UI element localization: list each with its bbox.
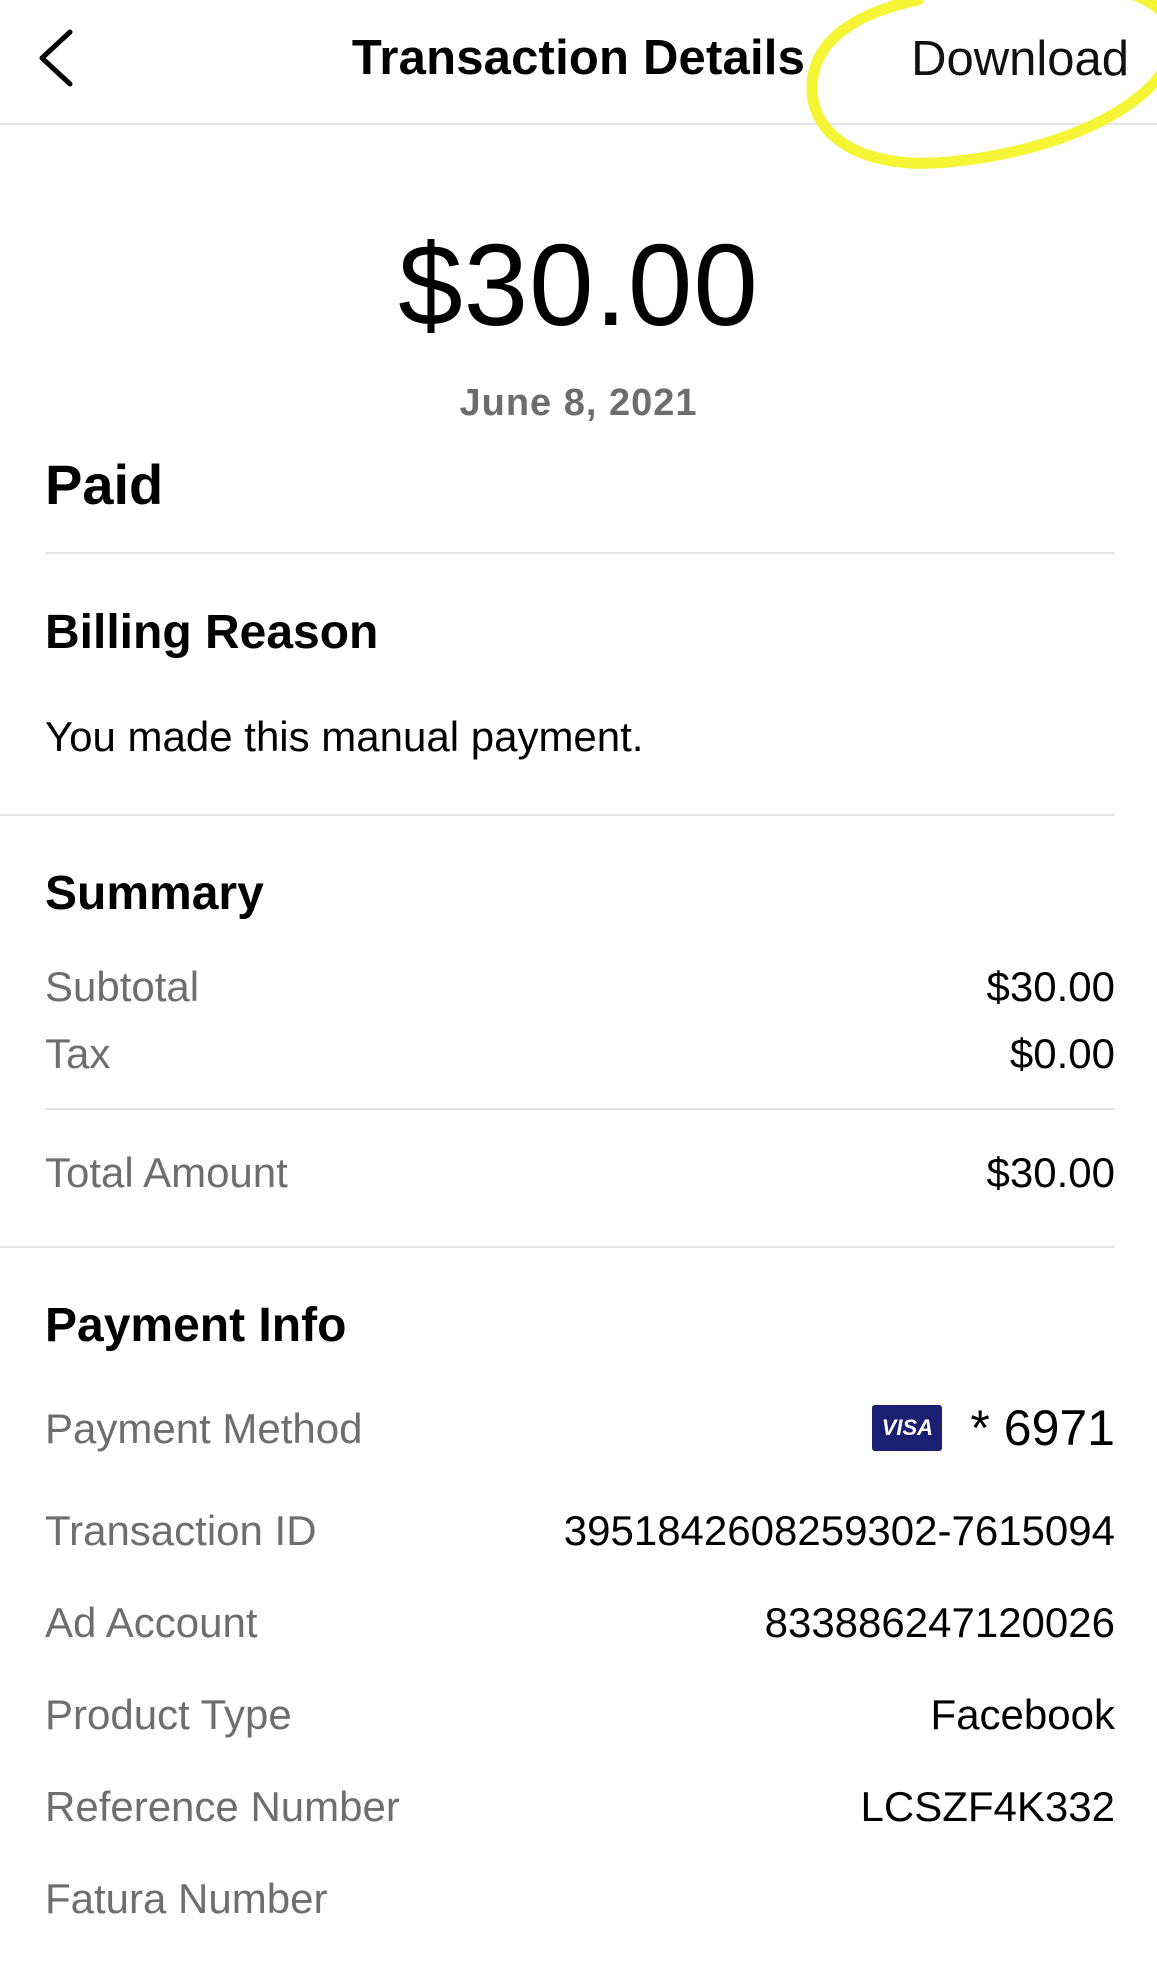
payment-status: Paid [45,453,164,516]
top-nav-bar: Transaction Details Download [0,0,1157,125]
ad-account-row: Ad Account 833886247120026 [45,1599,1115,1655]
product-type-label: Product Type [45,1691,292,1738]
ad-account-label: Ad Account [45,1599,258,1646]
payment-method-row: Payment Method VISA * 6971 [45,1400,1115,1475]
billing-reason-title: Billing Reason [45,606,379,659]
summary-row-tax: Tax $0.00 [45,1030,1115,1086]
billing-reason-text: You made this manual payment. [45,713,644,760]
reference-number-value: LCSZF4K332 [860,1783,1115,1830]
product-type-row: Product Type Facebook [45,1691,1115,1747]
transaction-id-label: Transaction ID [45,1507,317,1554]
transaction-date: June 8, 2021 [459,382,698,424]
card-last4: * 6971 [970,1400,1115,1456]
section-divider [0,1246,1115,1248]
fatura-number-label: Fatura Number [45,1875,328,1922]
tax-label: Tax [45,1030,111,1077]
subtotal-value: $30.00 [986,963,1115,1010]
transaction-amount: $30.00 [398,220,759,350]
summary-row-total: Total Amount $30.00 [45,1149,1115,1205]
summary-title: Summary [45,867,264,920]
payment-info-title: Payment Info [45,1299,347,1352]
tax-value: $0.00 [1009,1030,1115,1077]
payment-method-label: Payment Method [45,1405,363,1452]
divider [45,1108,1115,1110]
total-amount-label: Total Amount [45,1149,288,1196]
reference-number-label: Reference Number [45,1783,400,1830]
transaction-id-row: Transaction ID 3951842608259302-7615094 [45,1507,1115,1563]
reference-number-row: Reference Number LCSZF4K332 [45,1783,1115,1839]
summary-row-subtotal: Subtotal $30.00 [45,963,1115,1019]
ad-account-value: 833886247120026 [764,1599,1115,1646]
visa-card-icon: VISA [872,1404,943,1451]
download-button[interactable]: Download [911,31,1129,87]
payment-method-value: VISA * 6971 [872,1399,1115,1457]
divider [45,552,1115,554]
total-amount-value: $30.00 [986,1149,1115,1196]
fatura-number-row: Fatura Number [45,1875,1115,1931]
subtotal-label: Subtotal [45,963,200,1010]
product-type-value: Facebook [930,1691,1115,1738]
transaction-id-value: 3951842608259302-7615094 [563,1507,1115,1554]
section-divider [0,814,1115,816]
